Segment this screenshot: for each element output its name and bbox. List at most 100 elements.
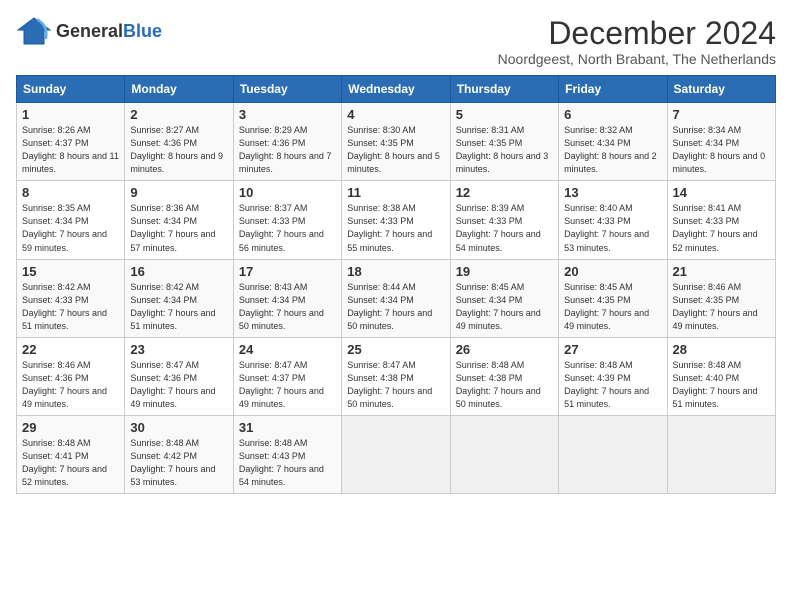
day-info: Sunrise: 8:47 AM Sunset: 4:36 PM Dayligh… xyxy=(130,359,227,411)
calendar-cell xyxy=(667,415,775,493)
calendar-cell: 21 Sunrise: 8:46 AM Sunset: 4:35 PM Dayl… xyxy=(667,259,775,337)
day-number: 31 xyxy=(239,420,336,435)
day-info: Sunrise: 8:48 AM Sunset: 4:41 PM Dayligh… xyxy=(22,437,119,489)
day-info: Sunrise: 8:45 AM Sunset: 4:35 PM Dayligh… xyxy=(564,281,661,333)
calendar-table: SundayMondayTuesdayWednesdayThursdayFrid… xyxy=(16,75,776,494)
day-number: 16 xyxy=(130,264,227,279)
day-info: Sunrise: 8:26 AM Sunset: 4:37 PM Dayligh… xyxy=(22,124,119,176)
day-number: 6 xyxy=(564,107,661,122)
calendar-cell: 4 Sunrise: 8:30 AM Sunset: 4:35 PM Dayli… xyxy=(342,103,450,181)
title-block: December 2024 Noordgeest, North Brabant,… xyxy=(498,16,776,67)
day-number: 8 xyxy=(22,185,119,200)
day-number: 12 xyxy=(456,185,553,200)
day-info: Sunrise: 8:48 AM Sunset: 4:38 PM Dayligh… xyxy=(456,359,553,411)
calendar-cell: 15 Sunrise: 8:42 AM Sunset: 4:33 PM Dayl… xyxy=(17,259,125,337)
calendar-cell: 5 Sunrise: 8:31 AM Sunset: 4:35 PM Dayli… xyxy=(450,103,558,181)
day-info: Sunrise: 8:37 AM Sunset: 4:33 PM Dayligh… xyxy=(239,202,336,254)
day-number: 17 xyxy=(239,264,336,279)
calendar-cell: 27 Sunrise: 8:48 AM Sunset: 4:39 PM Dayl… xyxy=(559,337,667,415)
day-info: Sunrise: 8:48 AM Sunset: 4:43 PM Dayligh… xyxy=(239,437,336,489)
col-header-friday: Friday xyxy=(559,76,667,103)
calendar-cell: 23 Sunrise: 8:47 AM Sunset: 4:36 PM Dayl… xyxy=(125,337,233,415)
calendar-cell: 30 Sunrise: 8:48 AM Sunset: 4:42 PM Dayl… xyxy=(125,415,233,493)
day-number: 1 xyxy=(22,107,119,122)
calendar-cell xyxy=(450,415,558,493)
calendar-week-2: 8 Sunrise: 8:35 AM Sunset: 4:34 PM Dayli… xyxy=(17,181,776,259)
calendar-cell: 29 Sunrise: 8:48 AM Sunset: 4:41 PM Dayl… xyxy=(17,415,125,493)
day-info: Sunrise: 8:41 AM Sunset: 4:33 PM Dayligh… xyxy=(673,202,770,254)
day-number: 15 xyxy=(22,264,119,279)
day-number: 23 xyxy=(130,342,227,357)
day-info: Sunrise: 8:48 AM Sunset: 4:40 PM Dayligh… xyxy=(673,359,770,411)
calendar-cell: 8 Sunrise: 8:35 AM Sunset: 4:34 PM Dayli… xyxy=(17,181,125,259)
day-info: Sunrise: 8:48 AM Sunset: 4:42 PM Dayligh… xyxy=(130,437,227,489)
col-header-tuesday: Tuesday xyxy=(233,76,341,103)
col-header-sunday: Sunday xyxy=(17,76,125,103)
calendar-cell: 28 Sunrise: 8:48 AM Sunset: 4:40 PM Dayl… xyxy=(667,337,775,415)
calendar-week-4: 22 Sunrise: 8:46 AM Sunset: 4:36 PM Dayl… xyxy=(17,337,776,415)
day-info: Sunrise: 8:39 AM Sunset: 4:33 PM Dayligh… xyxy=(456,202,553,254)
calendar-cell: 31 Sunrise: 8:48 AM Sunset: 4:43 PM Dayl… xyxy=(233,415,341,493)
calendar-cell: 3 Sunrise: 8:29 AM Sunset: 4:36 PM Dayli… xyxy=(233,103,341,181)
page-header: General Blue December 2024 Noordgeest, N… xyxy=(16,16,776,67)
calendar-cell xyxy=(559,415,667,493)
day-number: 13 xyxy=(564,185,661,200)
day-number: 22 xyxy=(22,342,119,357)
calendar-cell: 20 Sunrise: 8:45 AM Sunset: 4:35 PM Dayl… xyxy=(559,259,667,337)
day-info: Sunrise: 8:38 AM Sunset: 4:33 PM Dayligh… xyxy=(347,202,444,254)
day-number: 28 xyxy=(673,342,770,357)
day-number: 27 xyxy=(564,342,661,357)
day-info: Sunrise: 8:34 AM Sunset: 4:34 PM Dayligh… xyxy=(673,124,770,176)
logo-general-text: General xyxy=(56,21,123,42)
day-number: 20 xyxy=(564,264,661,279)
day-info: Sunrise: 8:45 AM Sunset: 4:34 PM Dayligh… xyxy=(456,281,553,333)
calendar-cell: 19 Sunrise: 8:45 AM Sunset: 4:34 PM Dayl… xyxy=(450,259,558,337)
day-info: Sunrise: 8:47 AM Sunset: 4:37 PM Dayligh… xyxy=(239,359,336,411)
day-number: 24 xyxy=(239,342,336,357)
calendar-week-5: 29 Sunrise: 8:48 AM Sunset: 4:41 PM Dayl… xyxy=(17,415,776,493)
day-number: 5 xyxy=(456,107,553,122)
day-info: Sunrise: 8:27 AM Sunset: 4:36 PM Dayligh… xyxy=(130,124,227,176)
calendar-week-1: 1 Sunrise: 8:26 AM Sunset: 4:37 PM Dayli… xyxy=(17,103,776,181)
calendar-cell: 22 Sunrise: 8:46 AM Sunset: 4:36 PM Dayl… xyxy=(17,337,125,415)
day-number: 18 xyxy=(347,264,444,279)
calendar-cell: 6 Sunrise: 8:32 AM Sunset: 4:34 PM Dayli… xyxy=(559,103,667,181)
day-info: Sunrise: 8:46 AM Sunset: 4:35 PM Dayligh… xyxy=(673,281,770,333)
day-number: 11 xyxy=(347,185,444,200)
day-info: Sunrise: 8:30 AM Sunset: 4:35 PM Dayligh… xyxy=(347,124,444,176)
day-info: Sunrise: 8:48 AM Sunset: 4:39 PM Dayligh… xyxy=(564,359,661,411)
day-number: 4 xyxy=(347,107,444,122)
calendar-cell: 10 Sunrise: 8:37 AM Sunset: 4:33 PM Dayl… xyxy=(233,181,341,259)
calendar-cell: 25 Sunrise: 8:47 AM Sunset: 4:38 PM Dayl… xyxy=(342,337,450,415)
day-info: Sunrise: 8:42 AM Sunset: 4:34 PM Dayligh… xyxy=(130,281,227,333)
day-number: 19 xyxy=(456,264,553,279)
page-subtitle: Noordgeest, North Brabant, The Netherlan… xyxy=(498,51,776,67)
day-info: Sunrise: 8:29 AM Sunset: 4:36 PM Dayligh… xyxy=(239,124,336,176)
day-info: Sunrise: 8:42 AM Sunset: 4:33 PM Dayligh… xyxy=(22,281,119,333)
logo-blue-text: Blue xyxy=(123,21,162,42)
calendar-cell: 24 Sunrise: 8:47 AM Sunset: 4:37 PM Dayl… xyxy=(233,337,341,415)
day-info: Sunrise: 8:46 AM Sunset: 4:36 PM Dayligh… xyxy=(22,359,119,411)
calendar-cell: 1 Sunrise: 8:26 AM Sunset: 4:37 PM Dayli… xyxy=(17,103,125,181)
day-number: 2 xyxy=(130,107,227,122)
day-info: Sunrise: 8:47 AM Sunset: 4:38 PM Dayligh… xyxy=(347,359,444,411)
calendar-cell: 18 Sunrise: 8:44 AM Sunset: 4:34 PM Dayl… xyxy=(342,259,450,337)
calendar-cell: 14 Sunrise: 8:41 AM Sunset: 4:33 PM Dayl… xyxy=(667,181,775,259)
calendar-cell: 11 Sunrise: 8:38 AM Sunset: 4:33 PM Dayl… xyxy=(342,181,450,259)
day-info: Sunrise: 8:40 AM Sunset: 4:33 PM Dayligh… xyxy=(564,202,661,254)
day-info: Sunrise: 8:35 AM Sunset: 4:34 PM Dayligh… xyxy=(22,202,119,254)
calendar-header-row: SundayMondayTuesdayWednesdayThursdayFrid… xyxy=(17,76,776,103)
day-info: Sunrise: 8:44 AM Sunset: 4:34 PM Dayligh… xyxy=(347,281,444,333)
day-number: 9 xyxy=(130,185,227,200)
day-number: 21 xyxy=(673,264,770,279)
calendar-cell xyxy=(342,415,450,493)
calendar-cell: 26 Sunrise: 8:48 AM Sunset: 4:38 PM Dayl… xyxy=(450,337,558,415)
col-header-wednesday: Wednesday xyxy=(342,76,450,103)
day-number: 14 xyxy=(673,185,770,200)
day-number: 29 xyxy=(22,420,119,435)
logo: General Blue xyxy=(16,16,162,46)
calendar-week-3: 15 Sunrise: 8:42 AM Sunset: 4:33 PM Dayl… xyxy=(17,259,776,337)
page-title: December 2024 xyxy=(498,16,776,51)
calendar-cell: 13 Sunrise: 8:40 AM Sunset: 4:33 PM Dayl… xyxy=(559,181,667,259)
col-header-monday: Monday xyxy=(125,76,233,103)
